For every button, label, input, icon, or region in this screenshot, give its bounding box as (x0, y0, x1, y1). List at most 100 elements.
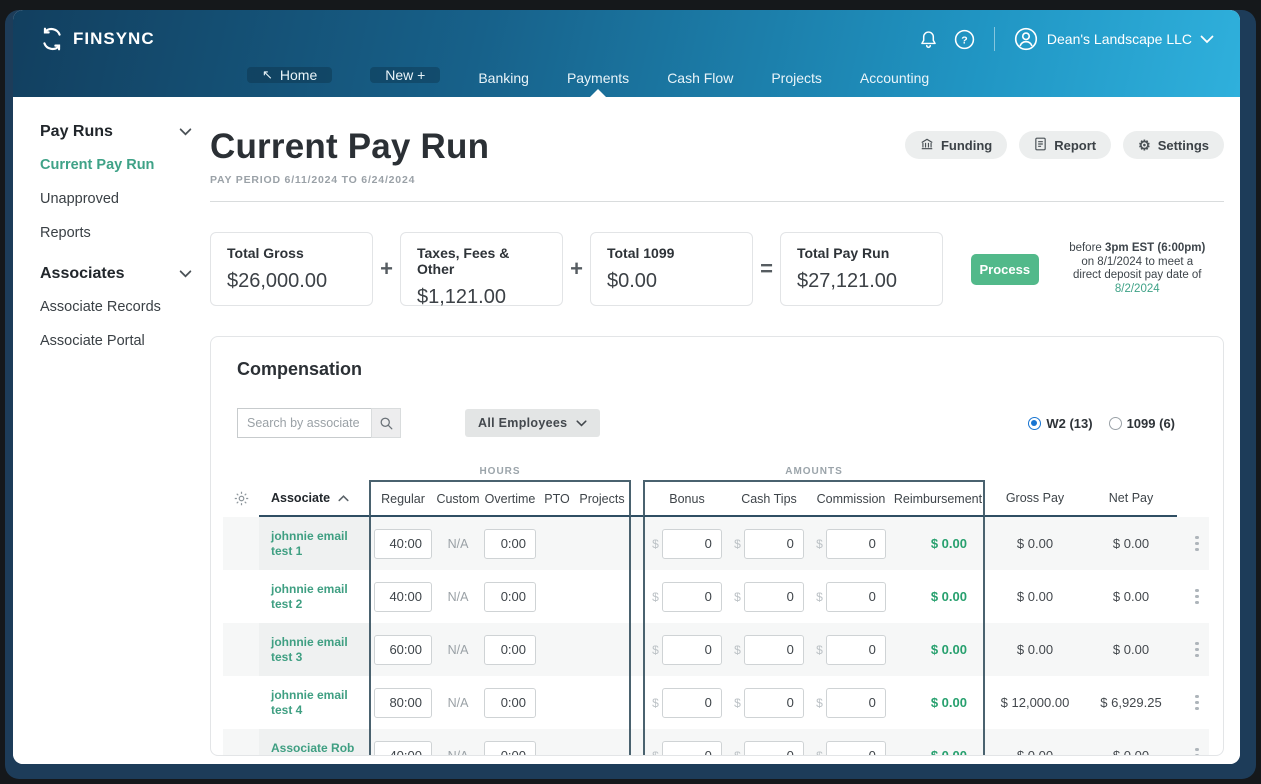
nav-home[interactable]: ↖Home (245, 58, 334, 97)
bonus-input[interactable] (662, 741, 722, 757)
associate-name-link[interactable]: johnnie email test 1 (271, 529, 369, 559)
nav-payments[interactable]: Payments (565, 58, 631, 97)
notifications-bell-icon[interactable] (918, 29, 939, 50)
equals-operator: = (753, 256, 780, 282)
sidebar-item-current-pay-run[interactable]: Current Pay Run (40, 157, 198, 173)
row-menu-kebab-icon[interactable] (1177, 517, 1217, 570)
table-row: Associate Rob Houser N/A $ $ $ $ 0.00 $ … (223, 729, 1209, 756)
nav-cash-flow[interactable]: Cash Flow (665, 58, 735, 97)
associate-name-link[interactable]: johnnie email test 4 (271, 688, 369, 718)
topbar-divider (994, 27, 995, 51)
bonus-input[interactable] (662, 688, 722, 718)
dollar-prefix: $ (816, 590, 823, 604)
nav-banking[interactable]: Banking (476, 58, 531, 97)
bonus-input[interactable] (662, 635, 722, 665)
sidebar-item-unapproved[interactable]: Unapproved (40, 191, 198, 207)
gross-pay-value: $ 0.00 (985, 517, 1085, 570)
avatar-icon (1013, 26, 1039, 52)
commission-input[interactable] (826, 582, 886, 612)
regular-column-header: Regular (369, 480, 435, 517)
row-menu-kebab-icon[interactable] (1177, 623, 1217, 676)
title-divider (210, 201, 1224, 202)
funding-button[interactable]: Funding (905, 131, 1007, 159)
dollar-prefix: $ (816, 749, 823, 757)
gross-pay-value: $ 0.00 (985, 623, 1085, 676)
overtime-hours-input[interactable] (484, 741, 536, 757)
pto-cell (539, 676, 575, 729)
nav-accounting[interactable]: Accounting (858, 58, 931, 97)
sidebar-section-associates[interactable]: Associates (40, 265, 192, 283)
nav-projects[interactable]: Projects (769, 58, 824, 97)
table-row: johnnie email test 2 N/A $ $ $ $ 0.00 $ … (223, 570, 1209, 623)
deadline-note: before 3pm EST (6:00pm) on 8/1/2024 to m… (1051, 242, 1224, 296)
regular-hours-input[interactable] (374, 741, 432, 757)
finsync-logo[interactable]: FINSYNC (39, 26, 155, 52)
projects-column-header: Projects (575, 480, 631, 517)
account-menu[interactable]: Dean's Landscape LLC (1013, 26, 1214, 52)
sidebar-section-pay-runs[interactable]: Pay Runs (40, 123, 192, 141)
overtime-column-header: Overtime (481, 480, 539, 517)
radio-w2[interactable]: W2 (13) (1028, 416, 1092, 431)
report-button[interactable]: Report (1019, 131, 1111, 159)
cash-tips-input[interactable] (744, 529, 804, 559)
commission-input[interactable] (826, 741, 886, 757)
dollar-prefix: $ (652, 749, 659, 757)
overtime-hours-input[interactable] (484, 635, 536, 665)
row-menu-kebab-icon[interactable] (1177, 570, 1217, 623)
cash-tips-input[interactable] (744, 688, 804, 718)
row-menu-kebab-icon[interactable] (1177, 729, 1217, 756)
bonus-input[interactable] (662, 529, 722, 559)
commission-input[interactable] (826, 529, 886, 559)
pay-period-subtitle: PAY PERIOD 6/11/2024 TO 6/24/2024 (210, 174, 489, 186)
associate-name-link[interactable]: Associate Rob Houser (271, 741, 369, 757)
regular-hours-input[interactable] (374, 688, 432, 718)
sidebar-item-associate-portal[interactable]: Associate Portal (40, 333, 198, 349)
compensation-table: HOURS AMOUNTS Associate (223, 462, 1209, 756)
projects-cell (575, 729, 631, 756)
overtime-hours-input[interactable] (484, 582, 536, 612)
regular-hours-input[interactable] (374, 582, 432, 612)
nav-new[interactable]: New + (368, 58, 442, 97)
overtime-hours-input[interactable] (484, 529, 536, 559)
sync-logo-icon (39, 26, 65, 52)
reimbursement-value: $ 0.00 (893, 729, 985, 756)
net-pay-value: $ 0.00 (1085, 570, 1177, 623)
gross-pay-value: $ 0.00 (985, 570, 1085, 623)
table-header-row: Associate Regular Custom Overtime PTO Pr… (223, 480, 1209, 517)
search-icon[interactable] (371, 408, 401, 438)
search-input[interactable] (237, 408, 371, 438)
net-pay-value: $ 0.00 (1085, 517, 1177, 570)
commission-input[interactable] (826, 635, 886, 665)
row-menu-kebab-icon[interactable] (1177, 676, 1217, 729)
plus-operator: + (563, 256, 590, 282)
dollar-prefix: $ (652, 537, 659, 551)
bonus-column-header: Bonus (643, 480, 729, 517)
cash-tips-input[interactable] (744, 741, 804, 757)
bonus-input[interactable] (662, 582, 722, 612)
associate-column-header[interactable]: Associate (259, 480, 369, 517)
regular-hours-input[interactable] (374, 529, 432, 559)
chevron-down-icon (1200, 35, 1214, 44)
commission-input[interactable] (826, 688, 886, 718)
reimbursement-column-header: Reimbursement (893, 480, 985, 517)
radio-1099[interactable]: 1099 (6) (1109, 416, 1175, 431)
bank-icon (920, 137, 934, 154)
sidebar-item-associate-records[interactable]: Associate Records (40, 299, 198, 315)
gross-pay-column-header: Gross Pay (985, 480, 1085, 517)
regular-hours-input[interactable] (374, 635, 432, 665)
process-button[interactable]: Process (971, 254, 1038, 285)
associate-name-link[interactable]: johnnie email test 2 (271, 582, 369, 612)
overtime-hours-input[interactable] (484, 688, 536, 718)
help-icon[interactable]: ? (953, 28, 976, 51)
chevron-down-icon (576, 416, 587, 430)
settings-button[interactable]: ⚙ Settings (1123, 131, 1224, 159)
associate-name-link[interactable]: johnnie email test 3 (271, 635, 369, 665)
pay-date: 8/2/2024 (1051, 283, 1224, 297)
employee-filter-dropdown[interactable]: All Employees (465, 409, 600, 437)
cash-tips-input[interactable] (744, 635, 804, 665)
cash-tips-input[interactable] (744, 582, 804, 612)
dollar-prefix: $ (734, 537, 741, 551)
sidebar-item-reports[interactable]: Reports (40, 225, 198, 241)
column-settings-gear-icon[interactable] (223, 480, 259, 517)
pto-cell (539, 623, 575, 676)
